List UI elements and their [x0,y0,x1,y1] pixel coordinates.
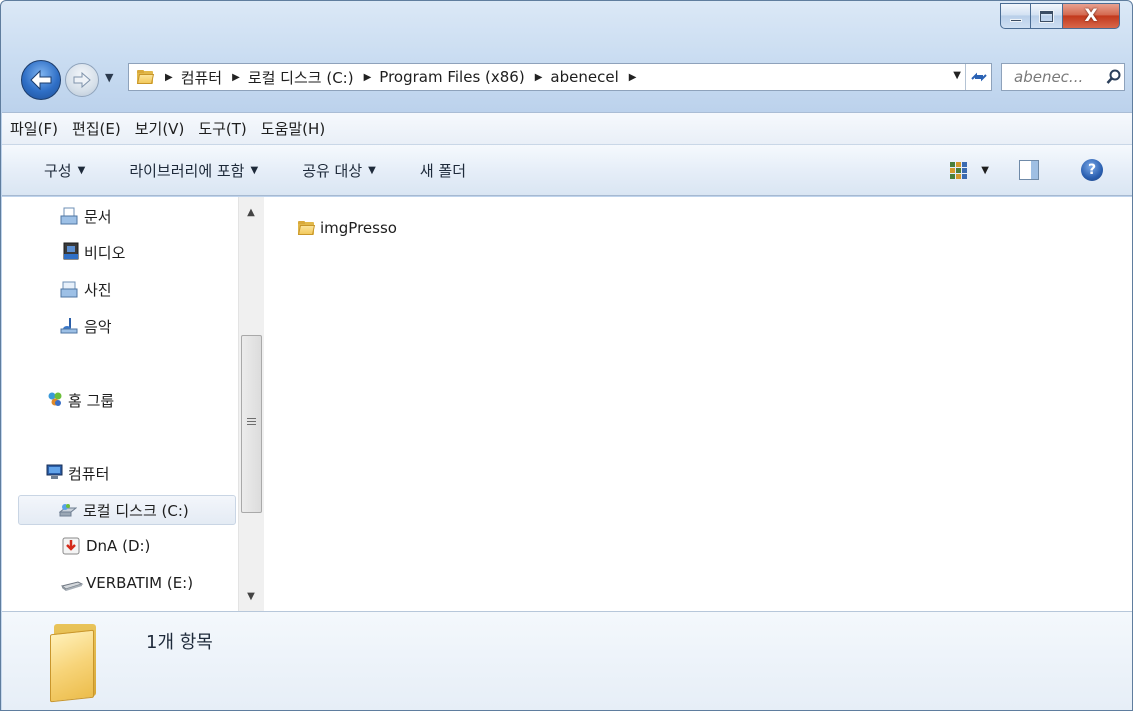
nav-label: 컴퓨터 [68,464,110,483]
breadcrumb-separator-icon[interactable]: ▶ [232,72,240,83]
close-icon: X [1084,6,1098,26]
nav-pane-scrollbar[interactable]: ▲ ▼ [238,197,264,611]
nav-label: 문서 [84,207,112,226]
breadcrumb-program-files[interactable]: Program Files (x86) [379,68,524,86]
drive-d-icon [62,537,80,555]
list-item[interactable]: imgPresso [297,217,397,239]
view-options-icon [950,161,968,179]
include-in-library-label: 라이브러리에 포함 [129,161,245,180]
minimize-icon [1009,18,1022,22]
menu-edit[interactable]: 편집(E) [68,118,125,139]
maximize-button[interactable] [1030,3,1062,29]
change-view-button[interactable]: ▼ [950,161,989,179]
new-folder-button[interactable]: 새 폴더 [420,160,466,181]
back-button[interactable] [21,60,61,100]
search-icon [1106,69,1121,84]
close-button[interactable]: X [1062,3,1120,29]
breadcrumb-separator-icon[interactable]: ▶ [364,72,372,83]
nav-label: DnA (D:) [86,537,151,555]
nav-label: VERBATIM (E:) [86,574,194,592]
chevron-down-icon: ▼ [250,164,259,176]
chevron-down-icon: ▼ [368,164,376,176]
scroll-thumb[interactable] [241,335,262,513]
include-in-library-button[interactable]: 라이브러리에 포함 ▼ [129,160,258,181]
nav-item-local-disk-c[interactable]: 로컬 디스크 (C:) [18,495,236,525]
computer-icon [46,464,63,479]
nav-item-documents[interactable]: 문서 [2,201,238,231]
nav-item-videos[interactable]: 비디오 [2,237,238,267]
item-count-label: 1개 항목 [146,632,213,653]
organize-label: 구성 [44,161,72,180]
menu-file[interactable]: 파일(F) [6,118,62,139]
nav-label: 홈 그룹 [68,391,115,410]
scroll-down-arrow-icon[interactable]: ▼ [239,585,263,607]
address-history-dropdown[interactable]: ▼ [953,70,961,81]
documents-icon [60,207,78,225]
help-icon: ? [1087,162,1097,178]
share-with-button[interactable]: 공유 대상 ▼ [302,160,376,181]
nav-item-pictures[interactable]: 사진 [2,274,238,304]
maximize-icon [1040,10,1053,22]
nav-label: 사진 [84,280,112,299]
menu-help[interactable]: 도움말(H) [257,118,329,139]
search-box[interactable] [1001,63,1125,91]
back-arrow-icon [30,69,52,91]
minimize-button[interactable] [1000,3,1030,29]
preview-pane-button[interactable] [1019,160,1039,180]
scroll-up-arrow-icon[interactable]: ▲ [239,201,263,223]
breadcrumb: ▶ 컴퓨터 ▶ 로컬 디스크 (C:) ▶ Program Files (x86… [155,64,991,90]
help-button[interactable]: ? [1081,159,1103,181]
forward-button[interactable] [65,63,99,97]
nav-label: 음악 [84,317,112,336]
folder-icon [297,221,316,235]
search-input[interactable] [1014,68,1106,86]
breadcrumb-computer[interactable]: 컴퓨터 [181,67,222,88]
local-disk-icon [59,504,77,517]
menu-bar: 파일(F) 편집(E) 보기(V) 도구(T) 도움말(H) [2,112,1132,144]
nav-label: 로컬 디스크 (C:) [83,501,189,520]
file-list-pane: imgPresso [264,197,1132,611]
file-name: imgPresso [320,219,397,237]
breadcrumb-separator-icon[interactable]: ▶ [629,72,637,83]
nav-item-drive-d[interactable]: DnA (D:) [2,531,238,561]
explorer-window: X ▼ ▶ 컴퓨터 ▶ 로컬 디스크 (C:) ▶ Program Files … [0,0,1133,711]
forward-arrow-icon [73,71,91,89]
command-bar: 구성 ▼ 라이브러리에 포함 ▼ 공유 대상 ▼ 새 폴더 ▼ ? [2,144,1132,196]
breadcrumb-abenecel[interactable]: abenecel [550,68,618,86]
caption-buttons: X [1000,3,1120,29]
menu-view[interactable]: 보기(V) [131,118,189,139]
nav-item-homegroup[interactable]: 홈 그룹 [2,385,238,415]
nav-label: 비디오 [84,243,126,262]
large-folder-icon [50,624,98,703]
breadcrumb-local-disk[interactable]: 로컬 디스크 (C:) [248,67,354,88]
homegroup-icon [48,392,62,406]
share-with-label: 공유 대상 [302,161,363,180]
recent-pages-dropdown[interactable]: ▼ [105,71,113,84]
breadcrumb-separator-icon[interactable]: ▶ [535,72,543,83]
navigation-row: ▼ ▶ 컴퓨터 ▶ 로컬 디스크 (C:) ▶ Program Files (x… [1,57,1132,101]
nav-item-computer[interactable]: 컴퓨터 [2,458,238,488]
pictures-icon [60,281,78,298]
command-bar-right: ▼ ? [950,145,1132,195]
nav-item-verbatim-e[interactable]: VERBATIM (E:) [2,568,238,598]
videos-icon [63,242,79,260]
music-icon [60,318,78,334]
folder-icon [136,70,155,84]
organize-button[interactable]: 구성 ▼ [44,160,85,181]
refresh-button[interactable] [965,64,991,90]
removable-drive-icon [60,581,84,591]
nav-item-music[interactable]: 음악 [2,311,238,341]
chevron-down-icon[interactable]: ▼ [981,165,989,176]
refresh-icon [970,72,987,82]
breadcrumb-separator-icon[interactable]: ▶ [165,72,173,83]
grip-icon [247,418,256,427]
navigation-pane: 문서 비디오 사진 음악 홈 그룹 컴퓨터 로컬 디스크 (C:) DnA (D… [2,197,238,611]
menu-tools[interactable]: 도구(T) [194,118,250,139]
details-pane: 1개 항목 [2,611,1132,710]
address-bar[interactable]: ▶ 컴퓨터 ▶ 로컬 디스크 (C:) ▶ Program Files (x86… [128,63,992,91]
chevron-down-icon: ▼ [77,164,86,176]
new-folder-label: 새 폴더 [419,161,467,180]
